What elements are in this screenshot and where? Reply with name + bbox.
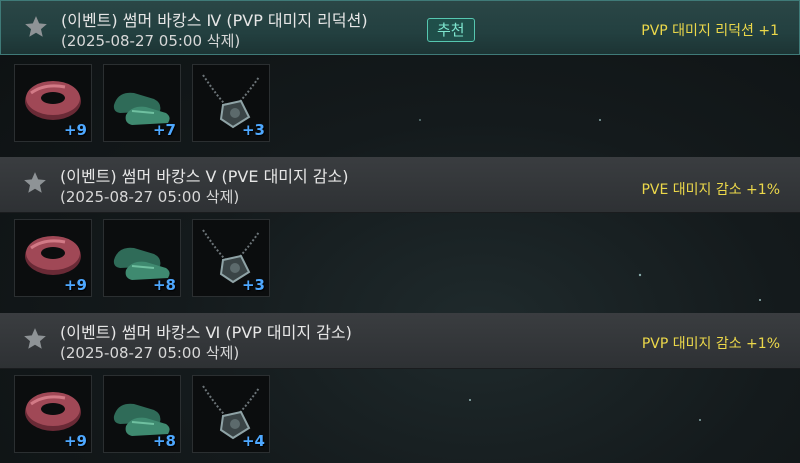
item-count: +9 — [63, 121, 87, 139]
item-slot[interactable]: +9 — [14, 375, 92, 453]
set-items-2: +9 +8 +3 — [14, 219, 284, 299]
item-slot[interactable]: +7 — [103, 64, 181, 142]
recommended-badge: 추천 — [427, 18, 475, 42]
set-title: (이벤트) 썸머 바캉스 Ⅳ (PVP 대미지 리덕션) — [61, 11, 368, 30]
set-header-2[interactable]: (이벤트) 썸머 바캉스 Ⅴ (PVE 대미지 감소) (2025-08-27 … — [0, 157, 800, 213]
item-slot[interactable]: +9 — [14, 219, 92, 297]
set-effect: PVP 대미지 리덕션 +1 — [641, 23, 779, 39]
set-effect: PVE 대미지 감소 +1% — [641, 182, 780, 198]
set-items-3: +9 +8 +4 — [14, 375, 284, 455]
item-slot[interactable]: +8 — [103, 375, 181, 453]
star-icon[interactable] — [22, 170, 48, 196]
set-expiry: (2025-08-27 05:00 삭제) — [61, 32, 241, 50]
set-effect: PVP 대미지 감소 +1% — [641, 336, 780, 352]
item-count: +9 — [63, 432, 87, 450]
item-count: +3 — [241, 121, 265, 139]
item-slot[interactable]: +9 — [14, 64, 92, 142]
set-items-1: +9 +7 +3 — [14, 64, 284, 144]
star-icon[interactable] — [22, 326, 48, 352]
item-slot[interactable]: +3 — [192, 64, 270, 142]
item-count: +3 — [241, 276, 265, 294]
item-count: +9 — [63, 276, 87, 294]
item-slot[interactable]: +8 — [103, 219, 181, 297]
set-expiry: (2025-08-27 05:00 삭제) — [60, 344, 240, 362]
set-header-3[interactable]: (이벤트) 썸머 바캉스 Ⅵ (PVP 대미지 감소) (2025-08-27 … — [0, 313, 800, 369]
item-count: +8 — [152, 432, 176, 450]
set-title: (이벤트) 썸머 바캉스 Ⅵ (PVP 대미지 감소) — [60, 323, 352, 342]
item-count: +8 — [152, 276, 176, 294]
item-slot[interactable]: +3 — [192, 219, 270, 297]
set-title: (이벤트) 썸머 바캉스 Ⅴ (PVE 대미지 감소) — [60, 167, 349, 186]
set-expiry: (2025-08-27 05:00 삭제) — [60, 188, 240, 206]
set-header-1[interactable]: (이벤트) 썸머 바캉스 Ⅳ (PVP 대미지 리덕션) (2025-08-27… — [0, 0, 800, 55]
item-slot[interactable]: +4 — [192, 375, 270, 453]
item-count: +4 — [241, 432, 265, 450]
item-count: +7 — [152, 121, 176, 139]
star-icon[interactable] — [23, 14, 49, 40]
